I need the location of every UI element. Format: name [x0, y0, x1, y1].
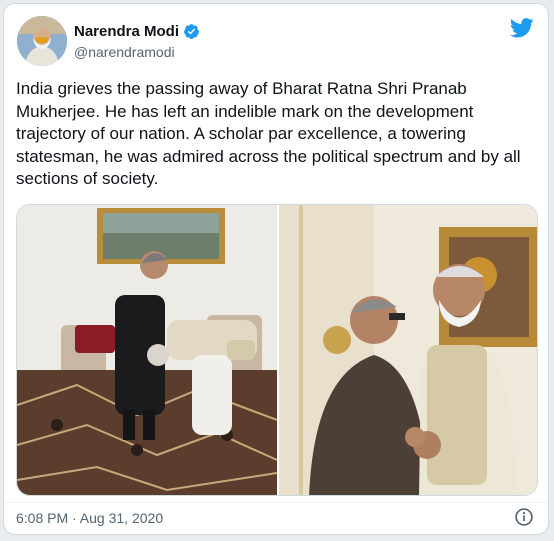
- media-photo-1[interactable]: [17, 205, 277, 495]
- author-handle[interactable]: @narendramodi: [74, 44, 175, 60]
- author-name[interactable]: Narendra Modi: [74, 23, 179, 40]
- tweet-timestamp[interactable]: 6:08 PM · Aug 31, 2020: [16, 510, 163, 526]
- verified-badge-icon: [184, 24, 199, 39]
- tweet-text: India grieves the passing away of Bharat…: [16, 79, 521, 188]
- media-grid: [16, 204, 538, 496]
- media-photo-2[interactable]: [279, 205, 537, 495]
- avatar[interactable]: [17, 16, 67, 66]
- info-icon[interactable]: [514, 507, 534, 527]
- twitter-bird-icon[interactable]: [510, 18, 534, 38]
- footer-divider: [4, 502, 548, 503]
- tweet-card: Narendra Modi @narendramodi India grieve…: [3, 3, 549, 535]
